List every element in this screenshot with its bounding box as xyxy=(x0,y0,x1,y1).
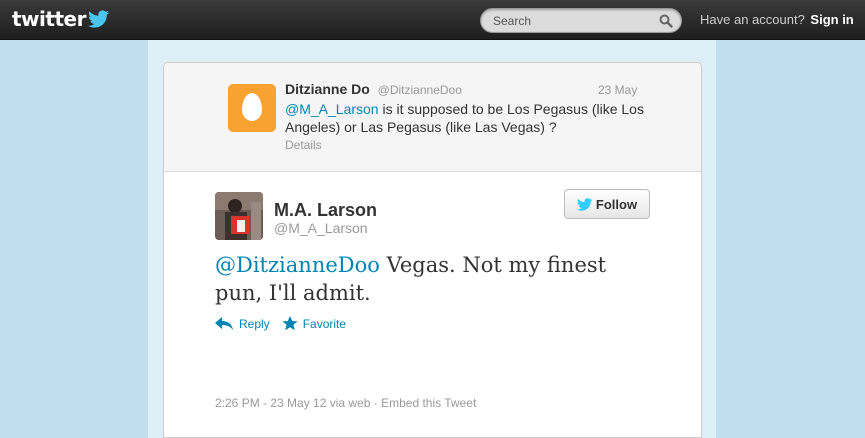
reply-icon xyxy=(215,316,233,330)
tweet-timestamp[interactable]: 2:26 PM - 23 May 12 xyxy=(215,396,326,410)
favorite-button[interactable]: Favorite xyxy=(282,316,346,331)
logo-text: twitter xyxy=(12,7,86,31)
twitter-logo[interactable]: twitter xyxy=(12,7,110,31)
parent-author-handle[interactable]: @DitzianneDoo xyxy=(378,83,462,97)
follow-label: Follow xyxy=(595,196,638,212)
search-box xyxy=(480,8,682,33)
search-icon[interactable] xyxy=(659,14,673,28)
tweet-source: via web xyxy=(329,396,371,410)
mention-link[interactable]: @M_A_Larson xyxy=(285,101,379,117)
parent-tweet-text: @M_A_Larson is it supposed to be Los Peg… xyxy=(285,100,645,136)
avatar[interactable] xyxy=(215,192,263,240)
sign-in-link[interactable]: Sign in xyxy=(810,12,853,27)
tweet-card: Ditzianne Do @DitzianneDoo 23 May @M_A_L… xyxy=(163,62,702,438)
follow-button[interactable]: Follow xyxy=(564,189,650,219)
parent-author-name[interactable]: Ditzianne Do xyxy=(285,81,370,97)
twitter-bird-icon xyxy=(576,197,593,211)
parent-tweet-date[interactable]: 23 May xyxy=(598,83,637,97)
tweet-meta: 2:26 PM - 23 May 12 via web · Embed this… xyxy=(215,396,476,410)
parent-author[interactable]: Ditzianne Do @DitzianneDoo xyxy=(285,81,462,97)
account-area: Have an account? Sign in xyxy=(700,12,865,27)
tweet-actions: Reply Favorite xyxy=(215,316,346,331)
default-egg-icon xyxy=(242,93,262,121)
author-name[interactable]: M.A. Larson xyxy=(274,200,377,221)
mention-link[interactable]: @DitzianneDoo xyxy=(215,253,380,277)
reply-label: Reply xyxy=(239,316,270,331)
separator: · xyxy=(373,396,378,410)
twitter-bird-icon xyxy=(87,10,109,28)
account-prompt: Have an account? xyxy=(700,12,805,27)
embed-tweet-link[interactable]: Embed this Tweet xyxy=(381,396,476,410)
author-handle[interactable]: @M_A_Larson xyxy=(274,220,368,236)
avatar[interactable] xyxy=(228,84,276,132)
reply-button[interactable]: Reply xyxy=(215,316,270,331)
details-link[interactable]: Details xyxy=(285,138,322,152)
top-bar: twitter Have an account? Sign in xyxy=(0,0,865,40)
tweet-text: @DitzianneDoo Vegas. Not my finest pun, … xyxy=(215,251,655,307)
star-icon xyxy=(282,316,298,331)
parent-tweet[interactable]: Ditzianne Do @DitzianneDoo 23 May @M_A_L… xyxy=(164,63,701,172)
favorite-label: Favorite xyxy=(302,316,347,331)
profile-photo xyxy=(215,192,263,240)
search-input[interactable] xyxy=(493,13,653,29)
